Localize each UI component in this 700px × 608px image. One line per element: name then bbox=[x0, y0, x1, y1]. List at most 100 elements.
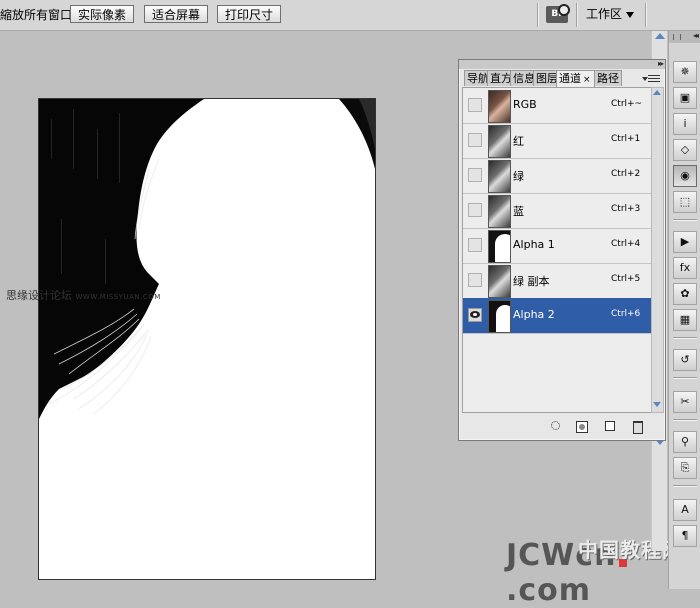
fx-icon[interactable]: fx bbox=[673, 257, 697, 279]
channel-row-alpha-1[interactable]: Alpha 1 Ctrl+4 bbox=[463, 228, 651, 264]
options-bar: 縮放所有窗口 实际像素 适合屏幕 打印尺寸 Br 工作区 bbox=[0, 0, 700, 31]
dock-divider bbox=[673, 377, 697, 379]
tools-icon[interactable]: ✂ bbox=[673, 391, 697, 413]
visibility-toggle[interactable] bbox=[468, 133, 482, 147]
panel-menu-icon[interactable] bbox=[642, 75, 660, 85]
tab-label: 信息 bbox=[513, 72, 534, 85]
dock-header[interactable]: ◂◂ bbox=[669, 31, 700, 43]
channel-row-blue[interactable]: 蓝 Ctrl+3 bbox=[463, 193, 651, 229]
tab-paths[interactable]: 路径 bbox=[594, 70, 622, 86]
chevron-down-icon bbox=[626, 11, 635, 18]
channel-thumbnail bbox=[488, 160, 511, 193]
channel-row-green[interactable]: 绿 Ctrl+2 bbox=[463, 158, 651, 194]
visibility-toggle[interactable] bbox=[468, 203, 482, 217]
toolbar-separator bbox=[645, 3, 647, 27]
channel-name: Alpha 2 bbox=[513, 308, 555, 321]
panel-footer bbox=[459, 415, 665, 437]
tab-label: 图层 bbox=[536, 72, 557, 85]
channel-list: RGB Ctrl+~ 红 Ctrl+1 绿 Ctrl+2 蓝 Ctrl+3 Al… bbox=[462, 87, 652, 413]
toolbar-separator bbox=[576, 3, 578, 27]
panel-title-bar[interactable]: ▸▸ bbox=[459, 59, 665, 69]
channel-thumbnail bbox=[488, 265, 511, 298]
tab-navigator[interactable]: 导航 bbox=[464, 70, 488, 86]
layers-icon[interactable]: ◇ bbox=[673, 139, 697, 161]
play-icon[interactable]: ▶ bbox=[673, 231, 697, 253]
channel-name: 绿 bbox=[513, 170, 524, 183]
channel-thumbnail bbox=[488, 300, 511, 333]
alpha-mask-image bbox=[39, 99, 375, 579]
magnifier-icon bbox=[558, 4, 570, 16]
channel-thumbnail bbox=[488, 90, 511, 123]
stamp-icon[interactable]: ⎘ bbox=[673, 457, 697, 479]
channel-shortcut: Ctrl+3 bbox=[611, 204, 641, 214]
channel-row-red[interactable]: 红 Ctrl+1 bbox=[463, 123, 651, 159]
eye-icon bbox=[470, 311, 480, 318]
history-icon[interactable]: ↺ bbox=[673, 349, 697, 371]
character-icon[interactable]: A bbox=[673, 499, 697, 521]
dock-divider bbox=[673, 485, 697, 487]
tab-info[interactable]: 信息 bbox=[510, 70, 534, 86]
palette-icon[interactable]: ✿ bbox=[673, 283, 697, 305]
visibility-toggle[interactable] bbox=[468, 238, 482, 252]
scroll-up-icon[interactable] bbox=[653, 90, 661, 95]
channel-list-scrollbar[interactable] bbox=[651, 87, 664, 413]
channel-name: Alpha 1 bbox=[513, 238, 555, 251]
scroll-down-icon[interactable] bbox=[653, 402, 661, 407]
tab-layers[interactable]: 图层 bbox=[533, 70, 557, 86]
channel-shortcut: Ctrl+1 bbox=[611, 134, 641, 144]
print-size-button[interactable]: 打印尺寸 bbox=[217, 5, 281, 23]
dock-divider bbox=[673, 219, 697, 221]
fit-screen-button[interactable]: 适合屏幕 bbox=[144, 5, 208, 23]
dock-divider bbox=[673, 337, 697, 339]
channel-thumbnail bbox=[488, 125, 511, 158]
compass-icon[interactable]: ✵ bbox=[673, 61, 697, 83]
channel-name: 蓝 bbox=[513, 205, 524, 218]
tab-label: 路径 bbox=[597, 72, 619, 85]
save-selection-mask-icon[interactable] bbox=[576, 421, 588, 433]
paragraph-icon[interactable]: ¶ bbox=[673, 525, 697, 547]
watermark-url-text: WWW.MISSYUAN.COM bbox=[75, 293, 161, 301]
workspace-label: 工作区 bbox=[586, 7, 623, 21]
delete-channel-icon[interactable] bbox=[633, 421, 643, 434]
zoom-all-windows-label: 縮放所有窗口 bbox=[0, 8, 73, 22]
image-icon[interactable]: ▣ bbox=[673, 87, 697, 109]
new-channel-icon[interactable] bbox=[605, 421, 615, 431]
channel-row-green-copy[interactable]: 绿 副本 Ctrl+5 bbox=[463, 263, 651, 299]
channel-shortcut: Ctrl+5 bbox=[611, 274, 641, 284]
visibility-toggle[interactable] bbox=[468, 98, 482, 112]
info-icon[interactable]: i bbox=[673, 113, 697, 135]
channel-shortcut: Ctrl+4 bbox=[611, 239, 641, 249]
swatches-icon[interactable]: ▦ bbox=[673, 309, 697, 331]
close-icon[interactable]: × bbox=[583, 75, 591, 85]
tab-histogram[interactable]: 直方 bbox=[487, 70, 511, 86]
visibility-toggle[interactable] bbox=[468, 273, 482, 287]
channel-name: RGB bbox=[513, 98, 537, 111]
collapse-icon[interactable]: ▸▸ bbox=[658, 59, 664, 68]
channel-thumbnail bbox=[488, 195, 511, 228]
scroll-up-icon[interactable] bbox=[655, 33, 665, 39]
channels-icon[interactable]: ◉ bbox=[673, 165, 697, 187]
dock-divider bbox=[673, 419, 697, 421]
workspace-menu-button[interactable]: 工作区 bbox=[586, 5, 635, 23]
grip-icon[interactable] bbox=[673, 34, 681, 40]
load-channel-selection-icon[interactable] bbox=[551, 421, 560, 430]
tab-label: 导航 bbox=[467, 72, 488, 85]
clone-source-icon[interactable]: ⚲ bbox=[673, 431, 697, 453]
channel-row-alpha-2[interactable]: Alpha 2 Ctrl+6 bbox=[463, 298, 651, 334]
visibility-toggle[interactable] bbox=[468, 168, 482, 182]
transform-icon[interactable]: ⬚ bbox=[673, 191, 697, 213]
actual-pixels-button[interactable]: 实际像素 bbox=[70, 5, 134, 23]
document-canvas[interactable] bbox=[38, 98, 376, 580]
tab-label: 直方 bbox=[490, 72, 511, 85]
tab-label: 通道 bbox=[559, 72, 581, 85]
forum-watermark: 思缘设计论坛 WWW.MISSYUAN.COM bbox=[6, 287, 161, 303]
toolbar-separator bbox=[537, 3, 539, 27]
channel-name: 绿 副本 bbox=[513, 275, 550, 288]
logo-text-a: JCW bbox=[506, 538, 576, 573]
panel-dock: ◂◂ ✵ ▣ i ◇ ◉ ⬚ ▶ fx ✿ ▦ ↺ ✂ ⚲ ⎘ A ¶ bbox=[668, 31, 700, 589]
logo-text-c: .com bbox=[506, 573, 592, 608]
channel-shortcut: Ctrl+2 bbox=[611, 169, 641, 179]
visibility-toggle[interactable] bbox=[468, 308, 482, 322]
channel-row-rgb[interactable]: RGB Ctrl+~ bbox=[463, 88, 651, 124]
tab-channels[interactable]: 通道 × bbox=[556, 70, 595, 87]
